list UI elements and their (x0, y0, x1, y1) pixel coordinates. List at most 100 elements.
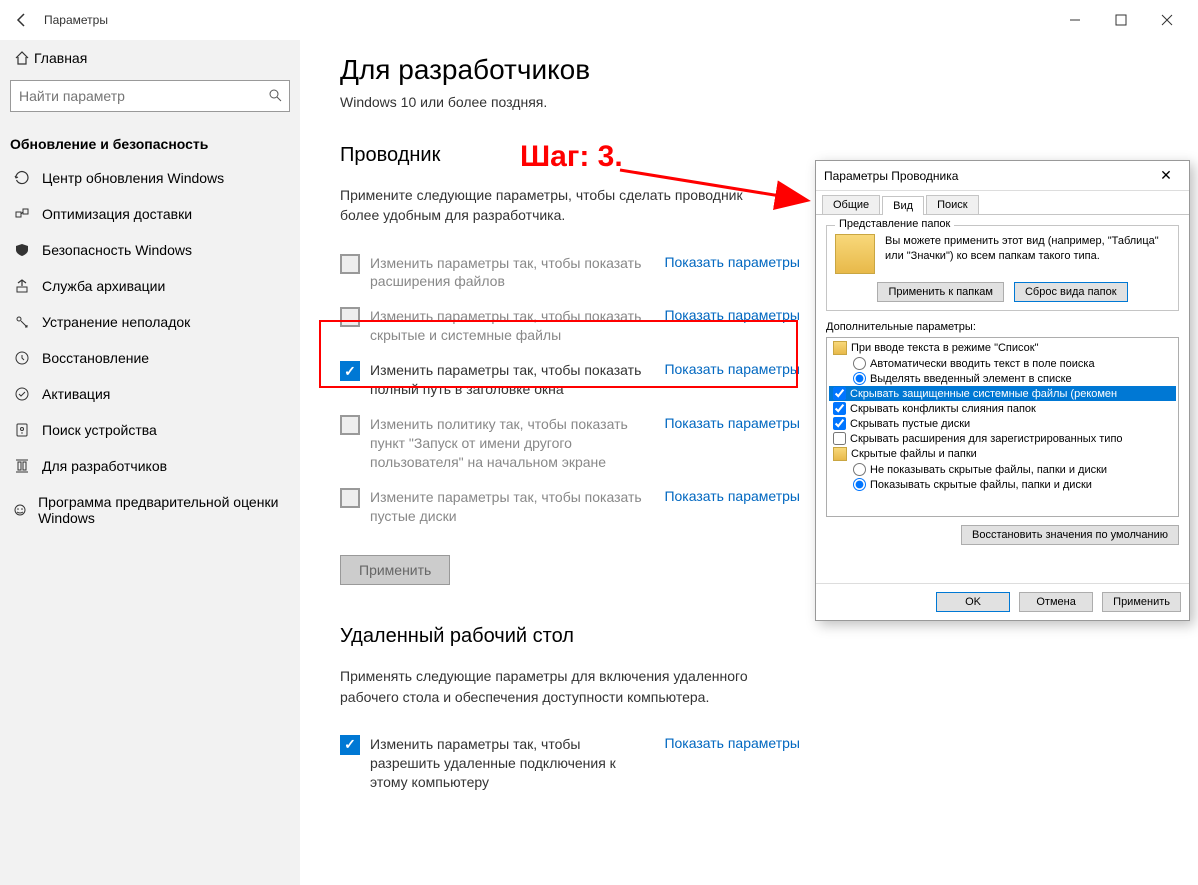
tab-general[interactable]: Общие (822, 195, 880, 214)
sidebar-item[interactable]: Поиск устройства (0, 412, 300, 448)
setting-row: Изменить политику так, чтобы показать пу… (340, 407, 800, 480)
show-settings-link[interactable]: Показать параметры (664, 488, 800, 504)
nav-icon (10, 206, 34, 222)
restore-defaults-button[interactable]: Восстановить значения по умолчанию (961, 525, 1179, 545)
setting-text: Изменить политику так, чтобы показать пу… (370, 415, 646, 472)
dialog-ok-button[interactable]: OK (936, 592, 1010, 612)
tree-item[interactable]: Скрывать расширения для зарегистрированн… (829, 431, 1176, 446)
nav-icon (10, 458, 34, 474)
tree-checkbox[interactable] (833, 387, 846, 400)
sidebar-item-label: Центр обновления Windows (42, 170, 224, 186)
search-input[interactable] (19, 88, 265, 104)
apply-to-folders-button[interactable]: Применить к папкам (877, 282, 1004, 302)
setting-checkbox[interactable] (340, 735, 360, 755)
show-settings-link[interactable]: Показать параметры (664, 735, 800, 751)
sidebar-item-label: Для разработчиков (42, 458, 167, 474)
tree-checkbox[interactable] (833, 402, 846, 415)
tree-item[interactable]: При вводе текста в режиме "Список" (829, 340, 1176, 356)
sidebar-item-label: Поиск устройства (42, 422, 157, 438)
tab-view[interactable]: Вид (882, 196, 924, 215)
reset-folders-button[interactable]: Сброс вида папок (1014, 282, 1128, 302)
folder-icon (835, 234, 875, 274)
setting-text: Изменить параметры так, чтобы показать с… (370, 307, 646, 345)
close-icon (1159, 12, 1175, 28)
setting-checkbox[interactable] (340, 361, 360, 381)
sidebar-item[interactable]: Программа предварительной оценки Windows (0, 484, 300, 536)
tree-item[interactable]: Показывать скрытые файлы, папки и диски (829, 477, 1176, 492)
sidebar-item[interactable]: Безопасность Windows (0, 232, 300, 268)
sidebar-item[interactable]: Служба архивации (0, 268, 300, 304)
show-settings-link[interactable]: Показать параметры (664, 415, 800, 431)
sidebar-home[interactable]: Главная (0, 40, 300, 76)
tree-item[interactable]: Скрывать пустые диски (829, 416, 1176, 431)
setting-checkbox[interactable] (340, 307, 360, 327)
tree-item[interactable]: Скрытые файлы и папки (829, 446, 1176, 462)
setting-checkbox[interactable] (340, 415, 360, 435)
show-settings-link[interactable]: Показать параметры (664, 254, 800, 270)
sidebar-home-label: Главная (34, 50, 87, 66)
setting-row: Изменить параметры так, чтобы показать п… (340, 353, 800, 407)
folder-icon (833, 341, 847, 355)
setting-checkbox[interactable] (340, 254, 360, 274)
maximize-icon (1113, 12, 1129, 28)
tree-item-label: Автоматически вводить текст в поле поиск… (870, 358, 1095, 370)
tree-item[interactable]: Выделять введенный элемент в списке (829, 371, 1176, 386)
apply-button[interactable]: Применить (340, 555, 450, 585)
tree-item-label: Не показывать скрытые файлы, папки и дис… (870, 464, 1107, 476)
tree-checkbox[interactable] (833, 417, 846, 430)
sidebar-item[interactable]: Активация (0, 376, 300, 412)
nav-icon (10, 386, 34, 402)
tree-radio[interactable] (853, 357, 866, 370)
tree-item[interactable]: Автоматически вводить текст в поле поиск… (829, 356, 1176, 371)
dialog-apply-button[interactable]: Применить (1102, 592, 1181, 612)
tab-search[interactable]: Поиск (926, 195, 978, 214)
dialog-close-button[interactable]: ✕ (1151, 165, 1181, 187)
section-explorer-desc: Примените следующие параметры, чтобы сде… (340, 185, 780, 226)
nav-icon (10, 502, 30, 518)
sidebar-item-label: Устранение неполадок (42, 314, 190, 330)
advanced-params-label: Дополнительные параметры: (826, 321, 1179, 333)
tree-item[interactable]: Скрывать защищенные системные файлы (рек… (829, 386, 1176, 401)
arrow-left-icon (14, 12, 30, 28)
show-settings-link[interactable]: Показать параметры (664, 361, 800, 377)
show-settings-link[interactable]: Показать параметры (664, 307, 800, 323)
back-button[interactable] (8, 6, 36, 34)
advanced-tree[interactable]: При вводе текста в режиме "Список" Автома… (826, 337, 1179, 517)
setting-row: Изменить параметры так, чтобы разрешить … (340, 727, 800, 800)
window-close-button[interactable] (1144, 4, 1190, 36)
tree-item-label: Скрывать пустые диски (850, 418, 970, 430)
tree-radio[interactable] (853, 478, 866, 491)
tree-item[interactable]: Не показывать скрытые файлы, папки и дис… (829, 462, 1176, 477)
nav-icon (10, 314, 34, 330)
tree-radio[interactable] (853, 463, 866, 476)
sidebar-item[interactable]: Оптимизация доставки (0, 196, 300, 232)
window-title: Параметры (44, 13, 108, 27)
tree-radio[interactable] (853, 372, 866, 385)
tree-item-label: Выделять введенный элемент в списке (870, 373, 1072, 385)
tree-checkbox[interactable] (833, 432, 846, 445)
sidebar-item[interactable]: Восстановление (0, 340, 300, 376)
window-maximize-button[interactable] (1098, 4, 1144, 36)
sidebar-item[interactable]: Устранение неполадок (0, 304, 300, 340)
minimize-icon (1067, 12, 1083, 28)
setting-text: Изменить параметры так, чтобы показать р… (370, 254, 646, 292)
tree-item-label: Скрытые файлы и папки (851, 448, 977, 460)
sidebar-item-label: Служба архивации (42, 278, 165, 294)
sidebar-item-label: Восстановление (42, 350, 149, 366)
dialog-title-bar: Параметры Проводника ✕ (816, 161, 1189, 191)
sidebar-item[interactable]: Для разработчиков (0, 448, 300, 484)
sidebar-search[interactable] (10, 80, 290, 112)
sidebar: Главная Обновление и безопасность Центр … (0, 40, 300, 885)
nav-icon (10, 350, 34, 366)
tree-item[interactable]: Скрывать конфликты слияния папок (829, 401, 1176, 416)
sidebar-item-label: Программа предварительной оценки Windows (38, 494, 290, 526)
dialog-cancel-button[interactable]: Отмена (1019, 592, 1093, 612)
sidebar-item[interactable]: Центр обновления Windows (0, 160, 300, 196)
tree-item-label: Показывать скрытые файлы, папки и диски (870, 479, 1092, 491)
nav-icon (10, 278, 34, 294)
tree-item-label: Скрывать расширения для зарегистрированн… (850, 433, 1123, 445)
folder-options-dialog: Параметры Проводника ✕ Общие Вид Поиск П… (815, 160, 1190, 621)
setting-row: Изменить параметры так, чтобы показать с… (340, 299, 800, 353)
window-minimize-button[interactable] (1052, 4, 1098, 36)
setting-checkbox[interactable] (340, 488, 360, 508)
